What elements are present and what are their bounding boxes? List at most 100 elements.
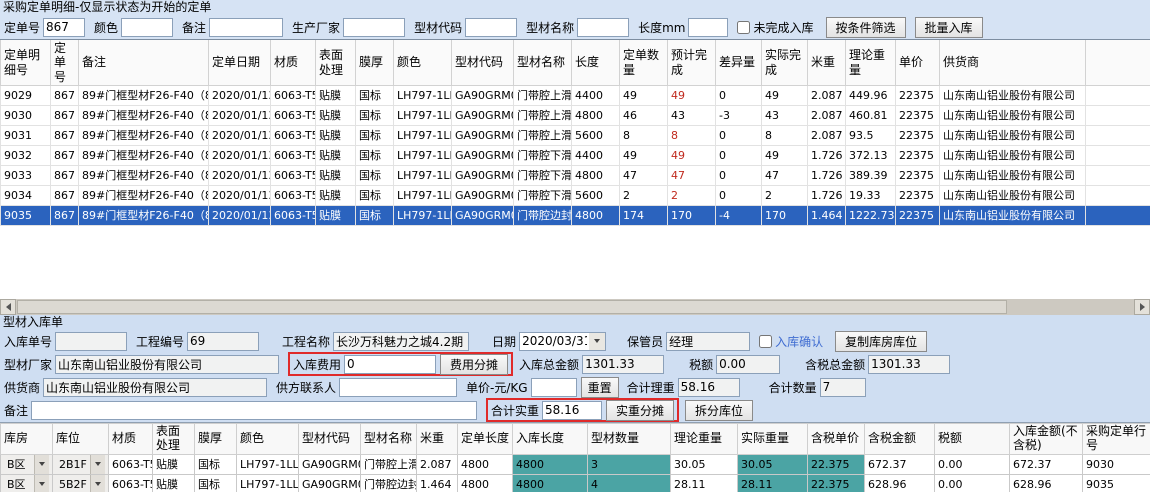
column-header[interactable]: 定单长度 bbox=[458, 424, 513, 455]
profile-name-filter-input[interactable] bbox=[577, 18, 629, 37]
column-header[interactable]: 入库长度 bbox=[513, 424, 588, 455]
date-picker[interactable] bbox=[519, 332, 606, 351]
table-cell: 8 bbox=[762, 126, 808, 146]
location-select[interactable]: 2B1F bbox=[53, 454, 109, 474]
column-header[interactable]: 备注 bbox=[79, 40, 209, 86]
column-header[interactable]: 单价 bbox=[896, 40, 940, 86]
column-header[interactable]: 型材数量 bbox=[588, 424, 671, 455]
column-header[interactable]: 税额 bbox=[935, 424, 1010, 455]
total-actual-weight-input[interactable] bbox=[542, 401, 602, 420]
inbound-fee-input[interactable] bbox=[344, 355, 436, 374]
column-header[interactable]: 颜色 bbox=[237, 424, 299, 455]
length-filter-input[interactable] bbox=[688, 18, 728, 37]
column-header[interactable]: 型材名称 bbox=[514, 40, 572, 86]
column-header[interactable]: 预计完成 bbox=[668, 40, 716, 86]
scroll-right-button[interactable] bbox=[1134, 299, 1150, 315]
column-header[interactable]: 材质 bbox=[109, 424, 153, 455]
reset-button[interactable]: 重置 bbox=[581, 377, 619, 398]
order-no-input[interactable] bbox=[43, 18, 85, 37]
chevron-down-icon[interactable] bbox=[90, 455, 105, 474]
column-header[interactable]: 定单数量 bbox=[620, 40, 668, 86]
column-header[interactable]: 米重 bbox=[808, 40, 846, 86]
column-header[interactable]: 型材代码 bbox=[299, 424, 361, 455]
actual-weight-share-button[interactable]: 实重分摊 bbox=[606, 400, 674, 421]
table-cell: 9032 bbox=[1, 146, 51, 166]
table-row[interactable]: 9033 867 89#门框型材F26-F40（866+867） 2020/01… bbox=[1, 166, 1150, 186]
supplier-contact-input[interactable] bbox=[339, 378, 457, 397]
chevron-down-icon[interactable] bbox=[34, 455, 49, 474]
table-row[interactable]: B区 2B1F 6063-T5 贴膜 国标 LH797-1LL0 GA90GRM… bbox=[1, 454, 1150, 474]
column-header[interactable]: 定单明细号 bbox=[1, 40, 51, 86]
keeper-input[interactable] bbox=[666, 332, 750, 351]
column-header[interactable]: 理论重量 bbox=[846, 40, 896, 86]
unit-price-label: 单价-元/KG bbox=[466, 379, 528, 396]
remark-filter-input[interactable] bbox=[209, 18, 283, 37]
table-row[interactable]: 9034 867 89#门框型材F26-F40（866+867） 2020/01… bbox=[1, 186, 1150, 206]
copy-warehouse-location-button[interactable]: 复制库房库位 bbox=[835, 331, 927, 352]
manufacturer-filter-input[interactable] bbox=[343, 18, 405, 37]
table-row[interactable]: 9035 867 89#门框型材F26-F40（866+867） 2020/01… bbox=[1, 206, 1150, 226]
project-name-input[interactable] bbox=[333, 332, 469, 351]
column-header[interactable]: 米重 bbox=[417, 424, 458, 455]
column-header[interactable]: 定单日期 bbox=[209, 40, 271, 86]
unit-price-input[interactable] bbox=[531, 378, 577, 397]
fee-share-button[interactable]: 费用分摊 bbox=[440, 354, 508, 375]
column-header[interactable]: 供货商 bbox=[940, 40, 1086, 86]
column-header[interactable]: 材质 bbox=[271, 40, 316, 86]
table-row[interactable]: B区 5B2F 6063-T5 贴膜 国标 LH797-1LL0 GA90GRM… bbox=[1, 474, 1150, 492]
total-qty-input[interactable] bbox=[820, 378, 866, 397]
column-header[interactable]: 含税金额 bbox=[865, 424, 935, 455]
inbound-confirm-checkbox[interactable] bbox=[759, 335, 772, 348]
column-header[interactable]: 含税单价 bbox=[808, 424, 865, 455]
horizontal-scrollbar[interactable] bbox=[0, 299, 1150, 315]
supplier-input[interactable] bbox=[43, 378, 267, 397]
table-row[interactable]: 9030 867 89#门框型材F26-F40（866+867） 2020/01… bbox=[1, 106, 1150, 126]
column-header[interactable]: 颜色 bbox=[394, 40, 452, 86]
unfinished-inbound-checkbox[interactable] bbox=[737, 21, 750, 34]
scrollbar-thumb[interactable] bbox=[17, 300, 1007, 314]
column-header[interactable]: 膜厚 bbox=[356, 40, 394, 86]
warehouse-select[interactable]: B区 bbox=[1, 454, 53, 474]
project-no-input[interactable] bbox=[187, 332, 259, 351]
table-row[interactable]: 9029 867 89#门框型材F26-F40（866+867） 2020/01… bbox=[1, 86, 1150, 106]
warehouse-select[interactable]: B区 bbox=[1, 474, 53, 492]
total-theory-weight-input[interactable] bbox=[678, 378, 740, 397]
column-header[interactable]: 膜厚 bbox=[195, 424, 237, 455]
column-header[interactable]: 实际重量 bbox=[738, 424, 808, 455]
split-location-button[interactable]: 拆分库位 bbox=[685, 400, 753, 421]
column-header[interactable]: 长度 bbox=[572, 40, 620, 86]
table-cell: 门带腔上滑 bbox=[361, 454, 417, 474]
order-detail-grid: 定单明细号 定单号 备注 定单日期 材质 表面处理 膜厚 颜色 型材代码 型材名… bbox=[0, 39, 1150, 315]
calendar-dropdown-button[interactable] bbox=[589, 332, 606, 351]
column-header[interactable]: 实际完成 bbox=[762, 40, 808, 86]
table-cell: 门带腔下滑 bbox=[514, 186, 572, 206]
tax-total-input[interactable] bbox=[868, 355, 950, 374]
location-select[interactable]: 5B2F bbox=[53, 474, 109, 492]
color-filter-input[interactable] bbox=[121, 18, 173, 37]
inbound-no-input[interactable] bbox=[55, 332, 127, 351]
profile-code-filter-input[interactable] bbox=[465, 18, 517, 37]
column-header[interactable]: 定单号 bbox=[51, 40, 79, 86]
column-header[interactable]: 理论重量 bbox=[671, 424, 738, 455]
profile-manufacturer-input[interactable] bbox=[55, 355, 279, 374]
column-header[interactable]: 采购定单行号 bbox=[1083, 424, 1150, 455]
column-header[interactable]: 库位 bbox=[53, 424, 109, 455]
batch-inbound-button[interactable]: 批量入库 bbox=[915, 17, 983, 38]
column-header[interactable]: 表面处理 bbox=[153, 424, 195, 455]
remark-input[interactable] bbox=[31, 401, 477, 420]
column-header[interactable]: 入库金额(不含税) bbox=[1010, 424, 1083, 455]
column-header[interactable]: 型材名称 bbox=[361, 424, 417, 455]
tax-input[interactable] bbox=[716, 355, 780, 374]
chevron-down-icon[interactable] bbox=[90, 475, 105, 492]
inbound-total-input[interactable] bbox=[582, 355, 664, 374]
chevron-down-icon[interactable] bbox=[34, 475, 49, 492]
column-header[interactable]: 库房 bbox=[1, 424, 53, 455]
table-row[interactable]: 9032 867 89#门框型材F26-F40（866+867） 2020/01… bbox=[1, 146, 1150, 166]
scroll-left-button[interactable] bbox=[0, 299, 16, 315]
table-row[interactable]: 9031 867 89#门框型材F26-F40（866+867） 2020/01… bbox=[1, 126, 1150, 146]
column-header[interactable]: 表面处理 bbox=[316, 40, 356, 86]
filter-by-condition-button[interactable]: 按条件筛选 bbox=[826, 17, 906, 38]
column-header[interactable]: 差异量 bbox=[716, 40, 762, 86]
date-input[interactable] bbox=[519, 332, 589, 351]
column-header[interactable]: 型材代码 bbox=[452, 40, 514, 86]
